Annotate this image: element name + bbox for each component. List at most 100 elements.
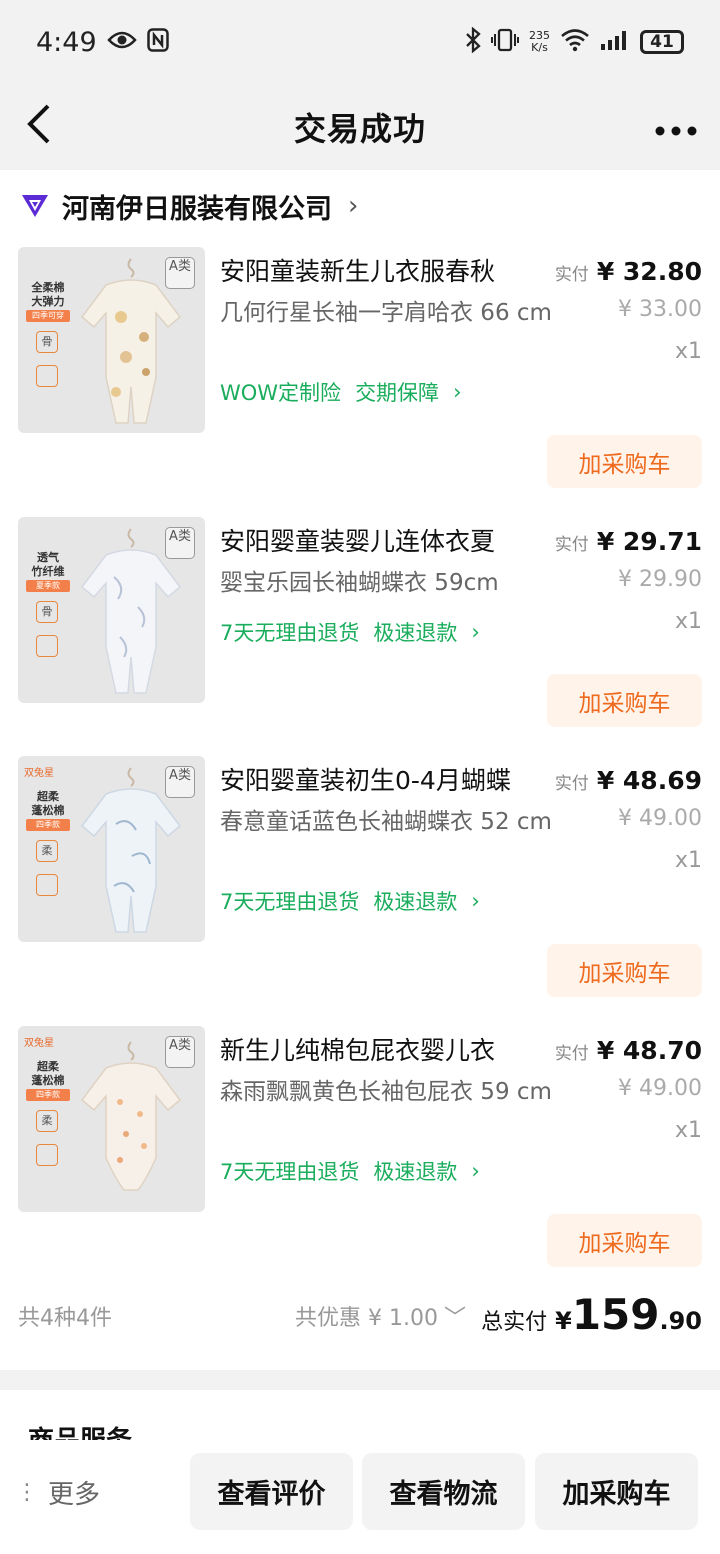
thumb-feature-icon: 骨 — [36, 601, 58, 623]
baby-romper-image — [80, 528, 182, 694]
bluetooth-icon — [465, 26, 481, 57]
paid-label: 实付 — [554, 535, 589, 555]
paid-value: ¥ 29.71 — [596, 527, 702, 556]
chevron-right-icon: › — [471, 620, 480, 644]
battery-icon: 41 — [640, 30, 684, 54]
paid-value: ¥ 48.69 — [596, 766, 702, 795]
thumb-feature-line2: 大弹力 — [31, 295, 65, 308]
product-title[interactable]: 安阳婴童装婴儿连体衣夏 — [220, 525, 550, 559]
service-links[interactable]: WOW定制险 交期保障 › — [220, 377, 461, 407]
signal-icon — [600, 29, 630, 55]
total-decimal: .90 — [659, 1307, 702, 1335]
thumb-feature-line2: 蓬松棉 — [31, 804, 65, 817]
quantity: x1 — [674, 848, 702, 873]
vibrate-icon — [491, 28, 519, 56]
thumb-feature-line1: 超柔 — [37, 1060, 59, 1073]
network-speed: 235 K/s — [529, 30, 550, 54]
thermometer-icon — [36, 1144, 58, 1166]
eye-icon — [106, 30, 137, 54]
order-item[interactable]: 全柔棉 大弹力 四季可穿 骨 A类 安阳童装新生儿衣服春秋 几何行星长袖一字肩哈… — [0, 247, 720, 488]
total-label: 总实付 — [481, 1310, 548, 1335]
service-tag-1: 7天无理由退货 — [220, 890, 360, 914]
discount-toggle[interactable]: 共优惠 ¥ 1.00 ﹀ — [295, 1300, 466, 1332]
more-menu-button[interactable] — [654, 106, 698, 146]
product-title[interactable]: 新生儿纯棉包屁衣婴儿衣 — [220, 1034, 550, 1068]
service-tag-2: 极速退款 — [373, 621, 458, 645]
baby-romper-image — [80, 767, 182, 933]
add-to-cart-bottom-button[interactable]: 加采购车 — [535, 1453, 698, 1530]
thumb-feature-line2: 竹纤维 — [31, 565, 65, 578]
product-title[interactable]: 安阳婴童装初生0-4月蝴蝶 — [220, 764, 550, 798]
more-button[interactable]: ⋮ 更多 — [16, 1474, 100, 1511]
service-tag-2: 交期保障 — [355, 381, 440, 405]
thumb-feature-line1: 透气 — [37, 551, 59, 564]
shop-name: 河南伊日服装有限公司 — [62, 193, 332, 225]
shop-header[interactable]: 河南伊日服装有限公司 › — [20, 186, 358, 226]
order-item[interactable]: 双兔星 超柔 蓬松棉 四季款 柔 A类 安阳婴童装初生0-4月蝴蝶 春意童话蓝色… — [0, 756, 720, 997]
wifi-icon — [560, 28, 590, 56]
thumb-brand: 双兔星 — [24, 1038, 54, 1049]
order-item[interactable]: 双兔星 超柔 蓬松棉 四季款 柔 A类 新生儿纯棉包屁衣婴儿衣 森雨飘飘黄色长袖… — [0, 1026, 720, 1267]
original-price: ¥ 33.00 — [618, 297, 702, 322]
thumb-feature-line1: 全柔棉 — [31, 281, 65, 294]
chevron-right-icon: › — [471, 1159, 480, 1183]
back-arrow-icon — [27, 104, 50, 144]
status-right: 235 K/s 41 — [465, 26, 684, 57]
service-tag-2: 极速退款 — [373, 1160, 458, 1184]
thumb-feature-tag: 四季款 — [26, 819, 70, 831]
product-spec: 春意童话蓝色长袖蝴蝶衣 52 cm — [220, 809, 552, 835]
net-speed-unit: K/s — [531, 41, 548, 54]
service-tag-1: WOW定制险 — [220, 381, 342, 405]
product-title[interactable]: 安阳童装新生儿衣服春秋 — [220, 255, 550, 289]
thermometer-icon — [36, 874, 58, 896]
service-links[interactable]: 7天无理由退货 极速退款 › — [220, 886, 480, 916]
paid-price: 实付 ¥ 48.70 — [555, 1036, 702, 1065]
thumb-feature-tag: 四季可穿 — [26, 310, 70, 322]
paid-price: 实付 ¥ 29.71 — [555, 527, 702, 556]
add-to-cart-button[interactable]: 加采购车 — [547, 944, 702, 997]
paid-value: ¥ 48.70 — [596, 1036, 702, 1065]
view-logistics-button[interactable]: 查看物流 — [362, 1453, 525, 1530]
discount-amount: 共优惠 ¥ 1.00 — [295, 1306, 438, 1331]
more-dots-icon — [655, 126, 697, 136]
chevron-right-icon: › — [453, 380, 462, 404]
chevron-right-icon: › — [471, 889, 480, 913]
paid-label: 实付 — [554, 1044, 589, 1064]
paid-price: 实付 ¥ 48.69 — [555, 766, 702, 795]
baby-romper-image — [80, 258, 182, 424]
vertical-dots-icon: ⋮ — [16, 1479, 38, 1505]
service-links[interactable]: 7天无理由退货 极速退款 › — [220, 617, 480, 647]
total-currency: ¥ — [555, 1307, 572, 1335]
product-thumbnail[interactable]: 双兔星 超柔 蓬松棉 四季款 柔 A类 — [18, 1026, 205, 1212]
view-review-button[interactable]: 查看评价 — [190, 1453, 353, 1530]
original-price: ¥ 29.90 — [618, 567, 702, 592]
product-thumbnail[interactable]: 全柔棉 大弹力 四季可穿 骨 A类 — [18, 247, 205, 433]
bottom-action-bar: ⋮ 更多 查看评价 查看物流 加采购车 — [0, 1440, 720, 1554]
product-thumbnail[interactable]: 透气 竹纤维 夏季款 骨 A类 — [18, 517, 205, 703]
order-summary: 共4种4件 共优惠 ¥ 1.00 ﹀ 总实付 ¥ 159 .90 — [0, 1290, 720, 1350]
service-links[interactable]: 7天无理由退货 极速退款 › — [220, 1156, 480, 1186]
total-integer: 159 — [571, 1290, 660, 1339]
thumb-feature-icon: 骨 — [36, 331, 58, 353]
paid-label: 实付 — [554, 774, 589, 794]
thermometer-icon — [36, 635, 58, 657]
order-item[interactable]: 透气 竹纤维 夏季款 骨 A类 安阳婴童装婴儿连体衣夏 婴宝乐园长袖蝴蝶衣 59… — [0, 517, 720, 757]
chevron-down-icon: ﹀ — [443, 1306, 466, 1331]
original-price: ¥ 49.00 — [618, 1076, 702, 1101]
shop-logo-icon — [20, 193, 50, 219]
baby-bodysuit-image — [80, 1041, 182, 1191]
order-card: 河南伊日服装有限公司 › 全柔棉 大弹力 四季可穿 骨 A类 安阳童装新生儿衣服… — [0, 170, 720, 1370]
status-bar: 4:49 235 K/s 41 — [0, 0, 720, 84]
thumb-feature-icon: 柔 — [36, 1110, 58, 1132]
total-paid: 总实付 ¥ 159 .90 — [481, 1290, 702, 1339]
product-thumbnail[interactable]: 双兔星 超柔 蓬松棉 四季款 柔 A类 — [18, 756, 205, 942]
add-to-cart-button[interactable]: 加采购车 — [547, 1214, 702, 1267]
back-button[interactable] — [24, 102, 68, 150]
product-spec: 婴宝乐园长袖蝴蝶衣 59cm — [220, 570, 499, 596]
service-tag-1: 7天无理由退货 — [220, 1160, 360, 1184]
item-count: 共4种4件 — [18, 1306, 112, 1331]
thumb-feature-line1: 超柔 — [37, 790, 59, 803]
add-to-cart-button[interactable]: 加采购车 — [547, 435, 702, 488]
thumb-brand: 双兔星 — [24, 768, 54, 779]
add-to-cart-button[interactable]: 加采购车 — [547, 674, 702, 727]
